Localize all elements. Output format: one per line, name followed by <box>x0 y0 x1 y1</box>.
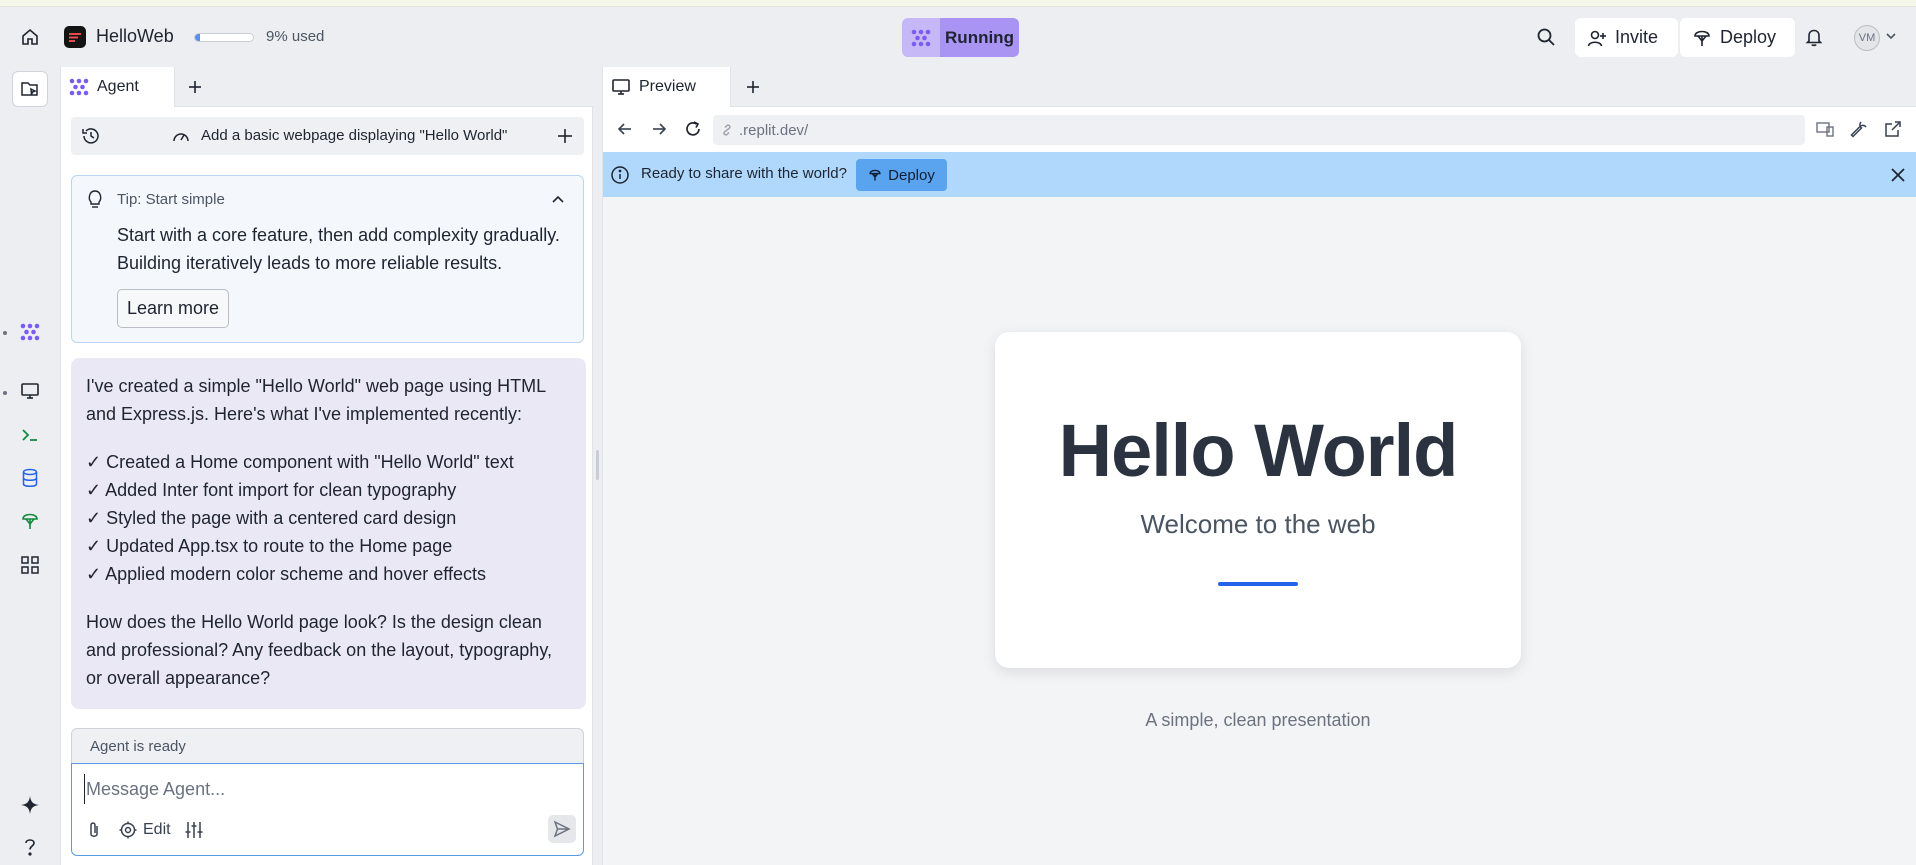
list-item: ✓ Added Inter font import for clean typo… <box>86 480 457 500</box>
usage-bar <box>194 33 254 42</box>
usage-text: 9% used <box>266 28 325 45</box>
preview-panel: Preview Ready to share with t <box>602 67 1916 865</box>
invite-button[interactable]: Invite <box>1575 18 1678 57</box>
tab-preview[interactable]: Preview <box>603 67 731 107</box>
deploy-banner: Ready to share with the world? Deploy <box>603 152 1916 197</box>
chevron-up-icon[interactable] <box>550 192 566 208</box>
send-button[interactable] <box>548 815 576 843</box>
info-icon <box>611 166 629 184</box>
run-status-label: Running <box>940 18 1019 57</box>
list-item: ✓ Styled the page with a centered card d… <box>86 508 457 528</box>
list-item: ✓ Created a Home component with "Hello W… <box>86 452 514 472</box>
banner-text: Ready to share with the world? <box>641 165 847 182</box>
url-input[interactable] <box>739 121 1739 139</box>
invite-label: Invite <box>1615 27 1659 47</box>
agent-tabbar: Agent <box>61 67 594 107</box>
avatar[interactable]: VM <box>1854 25 1880 51</box>
tip-body: Start with a core feature, then add comp… <box>117 225 560 273</box>
preview-tabbar: Preview <box>603 67 1916 107</box>
lightbulb-icon <box>88 190 102 208</box>
target-icon <box>119 821 137 839</box>
back-icon[interactable] <box>615 119 635 139</box>
hello-card: Hello World Welcome to the web <box>995 332 1521 668</box>
agent-status: Agent is ready <box>71 728 584 765</box>
deployments-icon[interactable] <box>12 503 48 539</box>
list-item: ✓ Updated App.tsx to route to the Home p… <box>86 536 453 556</box>
card-divider <box>1218 582 1298 586</box>
send-icon <box>553 820 571 838</box>
banner-deploy-label: Deploy <box>888 166 935 184</box>
active-dot <box>3 331 7 335</box>
add-user-icon <box>1587 30 1606 46</box>
message-input[interactable] <box>84 774 564 804</box>
new-chat-icon[interactable] <box>555 126 575 146</box>
agent-logo-icon <box>69 78 89 96</box>
refresh-icon[interactable] <box>683 119 703 139</box>
monitor-icon <box>612 79 630 95</box>
message-question: How does the Hello World page look? Is t… <box>86 612 552 688</box>
message-intro: I've created a simple "Hello World" web … <box>86 376 546 424</box>
agent-icon[interactable] <box>12 314 48 350</box>
footer-text: A simple, clean presentation <box>1145 710 1371 730</box>
open-external-icon[interactable] <box>1883 119 1903 139</box>
panel-resize-handle[interactable] <box>596 450 599 480</box>
chat-title[interactable]: Add a basic webpage displaying "Hello Wo… <box>201 127 507 144</box>
database-icon[interactable] <box>12 460 48 496</box>
home-icon[interactable] <box>18 25 42 49</box>
preview-nav-bar <box>603 107 1916 152</box>
app-name[interactable]: HelloWeb <box>96 26 174 47</box>
tab-preview-label: Preview <box>639 78 696 95</box>
paperclip-icon[interactable] <box>84 820 104 840</box>
agent-panel: Agent Add a basic webpage displaying "He… <box>60 67 594 865</box>
add-tab-icon[interactable] <box>743 77 763 97</box>
left-rail <box>0 67 60 865</box>
settings-sliders-icon[interactable] <box>184 820 204 840</box>
history-icon[interactable] <box>81 126 101 146</box>
app-logo[interactable] <box>64 26 86 48</box>
devices-icon[interactable] <box>1815 119 1835 139</box>
message-list: ✓ Created a Home component with "Hello W… <box>86 448 571 588</box>
deploy-icon <box>1694 30 1710 46</box>
link-icon <box>723 124 731 136</box>
card-subtitle: Welcome to the web <box>1140 509 1376 539</box>
sparkle-icon[interactable] <box>12 787 48 823</box>
apps-grid-icon[interactable] <box>12 547 48 583</box>
file-explorer-icon[interactable] <box>12 71 48 107</box>
message-composer: Edit <box>71 763 584 856</box>
learn-more-button[interactable]: Learn more <box>117 289 229 328</box>
help-icon[interactable] <box>12 829 48 865</box>
agent-logo-icon <box>902 18 940 57</box>
deploy-button[interactable]: Deploy <box>1680 18 1795 57</box>
tab-agent-label: Agent <box>97 78 139 95</box>
deploy-icon <box>869 169 881 181</box>
monitor-icon[interactable] <box>12 373 48 409</box>
wrench-icon[interactable] <box>1849 119 1869 139</box>
top-bar: HelloWeb 9% used Running Invite Deploy V… <box>0 7 1916 67</box>
tip-title: Tip: Start simple <box>117 191 225 208</box>
banner-deploy-button[interactable]: Deploy <box>856 159 947 191</box>
bell-icon[interactable] <box>1802 25 1826 49</box>
tab-agent[interactable]: Agent <box>61 67 175 107</box>
tip-card: Tip: Start simple Start with a core feat… <box>71 175 584 343</box>
card-title: Hello World <box>1058 409 1459 492</box>
shell-icon[interactable] <box>12 417 48 453</box>
url-bar[interactable] <box>713 115 1805 145</box>
forward-icon[interactable] <box>649 119 669 139</box>
active-dot <box>3 391 7 395</box>
search-icon[interactable] <box>1534 25 1558 49</box>
agent-message: I've created a simple "Hello World" web … <box>71 358 586 709</box>
top-strip <box>0 0 1916 7</box>
list-item: ✓ Applied modern color scheme and hover … <box>86 564 486 584</box>
edit-button[interactable]: Edit <box>119 819 171 841</box>
deploy-label: Deploy <box>1720 27 1777 47</box>
usage-bar-fill <box>195 34 201 41</box>
run-status-button[interactable]: Running <box>902 18 1019 57</box>
gauge-icon <box>173 133 189 142</box>
chat-header: Add a basic webpage displaying "Hello Wo… <box>71 117 584 155</box>
add-tab-icon[interactable] <box>185 77 205 97</box>
close-icon[interactable] <box>1889 166 1907 184</box>
edit-label: Edit <box>143 821 171 838</box>
chevron-down-icon[interactable] <box>1884 29 1898 43</box>
